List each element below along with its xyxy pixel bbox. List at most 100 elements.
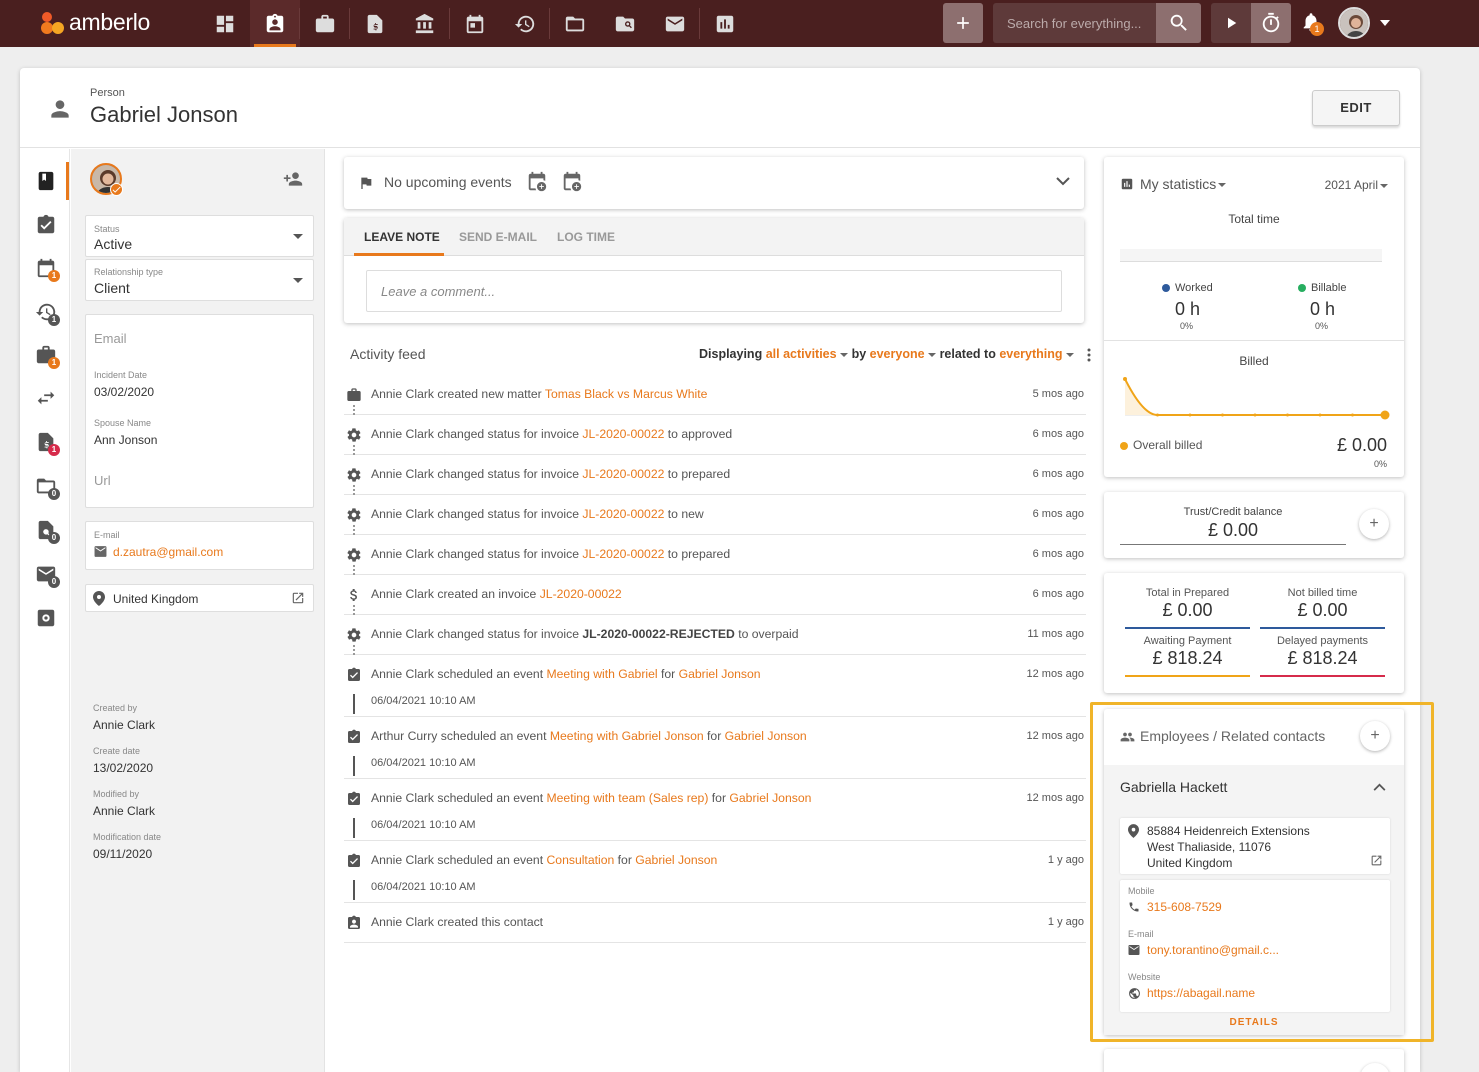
rail-item-settings[interactable]: [32, 604, 60, 632]
nav-calendar[interactable]: [450, 0, 500, 47]
timers-button[interactable]: [1251, 3, 1291, 43]
activity-contact-link[interactable]: Gabriel Jonson: [725, 729, 807, 743]
section-rail: 1 1 1 1 0 0 0: [20, 149, 70, 1072]
activity-text: Annie Clark created an invoice JL-2020-0…: [371, 587, 622, 601]
quick-add-button[interactable]: [943, 3, 983, 43]
total-time-label: Total time: [1228, 212, 1280, 226]
email-link[interactable]: d.zautra@gmail.com: [113, 545, 223, 559]
filter-scope-dropdown[interactable]: everything: [999, 347, 1062, 361]
rail-item-matters[interactable]: 1: [32, 341, 60, 369]
activity-time-ago: 5 mos ago: [1032, 388, 1084, 400]
activity-link[interactable]: Tomas Black vs Marcus White: [545, 387, 708, 401]
timeline-dots: [353, 565, 355, 575]
nav-matters[interactable]: [300, 0, 350, 47]
tab-log-time[interactable]: LOG TIME: [557, 230, 615, 244]
url-field-placeholder[interactable]: Url: [94, 473, 111, 488]
invoices-count-badge: 1: [48, 444, 60, 456]
play-icon: [1222, 14, 1240, 32]
documents-count-badge: 0: [48, 488, 60, 500]
activity-text: Annie Clark changed status for invoice J…: [371, 547, 730, 561]
activity-link[interactable]: Meeting with Gabriel: [547, 667, 658, 681]
worked-percent: 0%: [1180, 321, 1194, 331]
filter-people-dropdown[interactable]: everyone: [870, 347, 925, 361]
edit-button[interactable]: EDIT: [1312, 90, 1400, 126]
spouse-name-value[interactable]: Ann Jonson: [94, 433, 157, 447]
incident-date-value[interactable]: 03/02/2020: [94, 385, 154, 399]
amberlo-logo[interactable]: amberlo: [38, 8, 150, 36]
nav-document-search[interactable]: [600, 0, 650, 47]
rail-item-time[interactable]: 1: [32, 298, 60, 326]
rail-item-mail[interactable]: 0: [32, 560, 60, 588]
modification-date-value: 09/11/2020: [93, 847, 153, 861]
search-button[interactable]: [1156, 3, 1201, 43]
status-select[interactable]: Status Active: [85, 215, 314, 257]
nav-bank[interactable]: [400, 0, 450, 47]
relationship-label: Relationship type: [94, 267, 164, 277]
rail-item-invoices[interactable]: 1: [32, 428, 60, 456]
search-input[interactable]: [993, 15, 1153, 31]
filter-activities-dropdown[interactable]: all activities: [766, 347, 837, 361]
create-date-label: Create date: [93, 746, 141, 756]
activity-actor: Annie Clark: [371, 853, 434, 867]
statistics-period-dropdown[interactable]: 2021 April: [1325, 178, 1388, 192]
relationship-type-select[interactable]: Relationship type Client: [85, 259, 314, 301]
nav-contacts[interactable]: [250, 0, 300, 47]
custom-fields-box: Email Incident Date 03/02/2020 Spouse Na…: [85, 314, 314, 508]
comment-input[interactable]: [366, 270, 1062, 312]
add-button[interactable]: +: [1360, 1063, 1390, 1072]
rail-item-tasks[interactable]: [32, 211, 60, 239]
nav-invoices[interactable]: [350, 0, 400, 47]
billed-point: [1318, 413, 1322, 417]
activity-link[interactable]: Consultation: [547, 853, 615, 867]
activity-contact-link[interactable]: Gabriel Jonson: [635, 853, 717, 867]
activity-link[interactable]: JL-2020-00022: [540, 587, 622, 601]
rail-item-overview[interactable]: [32, 162, 69, 200]
activity-contact-link[interactable]: Gabriel Jonson: [679, 667, 761, 681]
activity-link[interactable]: JL-2020-00022: [582, 507, 664, 521]
rail-item-transfers[interactable]: [32, 384, 60, 412]
activity-link[interactable]: JL-2020-00022: [582, 547, 664, 561]
user-menu-caret-icon[interactable]: [1380, 20, 1390, 26]
email-field-placeholder[interactable]: Email: [94, 331, 127, 346]
nav-mail[interactable]: [650, 0, 700, 47]
activity-time-ago: 6 mos ago: [1032, 508, 1084, 520]
tab-leave-note[interactable]: LEAVE NOTE: [364, 230, 440, 244]
add-trust-button[interactable]: +: [1359, 509, 1389, 539]
rail-item-documents[interactable]: 0: [32, 472, 60, 500]
timeline-dots: [353, 605, 355, 615]
activity-actor: Annie Clark: [371, 507, 434, 521]
billed-point: [1286, 413, 1289, 417]
start-timer-button[interactable]: [1211, 3, 1251, 43]
statistics-title[interactable]: My statistics: [1140, 176, 1230, 192]
more-vert-icon[interactable]: [1087, 348, 1091, 362]
activity-action: changed status for invoice: [437, 467, 579, 481]
timeline-dots: [353, 645, 355, 655]
caret-down-icon: [839, 352, 848, 357]
calendar-icon: [464, 13, 486, 35]
nav-dashboard[interactable]: [200, 0, 250, 47]
activity-contact-link[interactable]: Gabriel Jonson: [729, 791, 811, 805]
nav-time[interactable]: [500, 0, 550, 47]
tab-send-email[interactable]: SEND E-MAIL: [459, 230, 537, 244]
rail-item-calendar[interactable]: 1: [32, 254, 60, 282]
activity-link[interactable]: JL-2020-00022: [582, 427, 664, 441]
open-map-icon[interactable]: [291, 591, 305, 605]
activity-action: scheduled an event: [440, 729, 547, 743]
nav-documents[interactable]: [550, 0, 600, 47]
activity-link[interactable]: JL-2020-00022: [582, 467, 664, 481]
add-task-icon[interactable]: [561, 171, 583, 193]
activity-action: changed status for invoice: [437, 627, 579, 641]
activity-time-ago: 11 mos ago: [1027, 628, 1084, 640]
chevron-down-icon[interactable]: [1056, 177, 1070, 186]
add-related-person-button[interactable]: [281, 169, 305, 189]
add-event-icon[interactable]: [526, 171, 548, 193]
gear-icon: [346, 547, 362, 563]
activity-status: to prepared: [667, 467, 731, 481]
nav-reports[interactable]: [700, 0, 750, 47]
activity-link[interactable]: Meeting with team (Sales rep): [547, 791, 709, 805]
activity-event-date: 06/04/2021 10:10 AM: [371, 881, 476, 893]
filter-prefix: Displaying: [699, 347, 763, 361]
user-avatar[interactable]: [1338, 7, 1370, 39]
rail-item-doc-search[interactable]: 0: [32, 516, 60, 544]
activity-link[interactable]: Meeting with Gabriel Jonson: [550, 729, 704, 743]
